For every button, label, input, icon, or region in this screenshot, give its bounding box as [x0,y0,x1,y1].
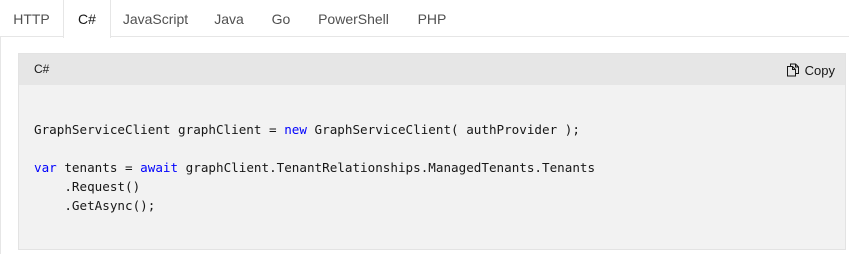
code-keyword: new [284,122,307,137]
language-tab-bar: HTTP C# JavaScript Java Go PowerShell PH… [0,0,849,38]
code-block: C# Copy GraphServiceClient graphClient =… [18,53,846,250]
code-keyword: var [34,160,57,175]
tab-php[interactable]: PHP [403,0,461,37]
tab-http[interactable]: HTTP [0,0,63,37]
tab-javascript[interactable]: JavaScript [111,0,200,37]
tab-powershell[interactable]: PowerShell [304,0,403,37]
tab-java[interactable]: Java [200,0,258,37]
code-text: .Request() [34,179,141,194]
tab-label: PHP [417,10,447,27]
tab-csharp[interactable]: C# [63,0,111,38]
tab-label: JavaScript [122,10,189,27]
copy-button[interactable]: Copy [786,60,835,80]
tab-go[interactable]: Go [258,0,304,37]
code-text: .GetAsync(); [34,198,156,213]
copy-label: Copy [804,62,835,78]
code-line: .GetAsync(); [34,198,155,213]
tab-label: Go [271,10,291,27]
code-snippet: GraphServiceClient graphClient = new Gra… [34,120,595,215]
code-text: tenants = [56,160,141,175]
code-text: GraphServiceClient graphClient = [34,122,285,137]
code-line: var tenants = await graphClient.TenantRe… [34,160,595,175]
code-keyword: await [140,160,179,175]
tab-label: PowerShell [318,10,389,27]
code-language-label: C# [34,62,50,76]
code-header: C# Copy [19,54,845,85]
code-text: graphClient.TenantRelationships.ManagedT… [178,160,596,175]
tab-label: Java [214,10,244,27]
code-line: GraphServiceClient graphClient = new Gra… [34,122,580,137]
tab-label: HTTP [13,10,50,27]
tab-label: C# [78,11,96,27]
copy-icon [786,63,800,77]
code-line: .Request() [34,179,140,194]
code-text: GraphServiceClient( authProvider ); [306,122,580,137]
code-panel: C# Copy GraphServiceClient graphClient =… [0,37,849,254]
